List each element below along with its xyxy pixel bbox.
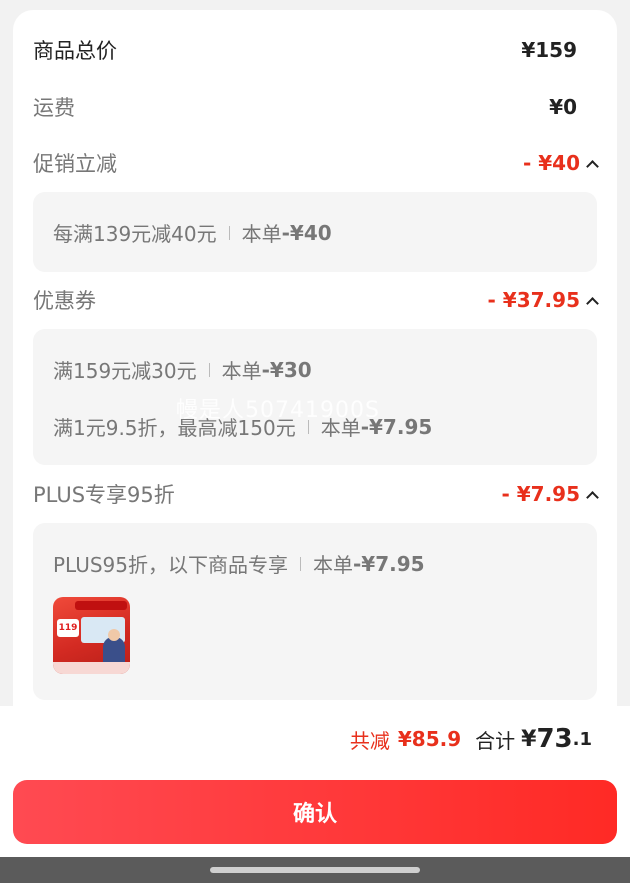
chevron-up-icon[interactable] bbox=[586, 490, 599, 504]
coupon-item-amount-1: -¥30 bbox=[261, 357, 312, 382]
divider bbox=[300, 556, 301, 571]
plus-detail-box: PLUS95折，以下商品专享 本单 -¥7.95 119 bbox=[33, 523, 597, 700]
coupon-detail-line: 满159元减30元 本单 -¥30 bbox=[53, 355, 312, 384]
divider bbox=[208, 362, 210, 377]
saved-value: ¥85.9 bbox=[397, 727, 462, 751]
shipping-value: ¥0 bbox=[549, 95, 577, 119]
coupon-value[interactable]: - ¥37.95 bbox=[487, 288, 599, 312]
product-banner bbox=[75, 601, 127, 610]
coupon-label: 优惠券 bbox=[33, 289, 96, 313]
home-indicator[interactable] bbox=[210, 867, 420, 873]
promo-row[interactable]: 促销立减 - ¥40 bbox=[33, 143, 599, 183]
footer: 确认 bbox=[0, 772, 630, 857]
divider bbox=[228, 225, 230, 240]
watermark: 幔是人50741900S bbox=[176, 398, 380, 423]
chevron-up-icon[interactable] bbox=[586, 296, 599, 310]
confirm-button[interactable]: 确认 bbox=[13, 780, 617, 844]
product-thumbnail[interactable]: 119 bbox=[53, 597, 130, 674]
total-label: 合计 bbox=[475, 728, 516, 753]
total-price-value: ¥159 bbox=[521, 38, 577, 62]
product-price-badge: 119 bbox=[57, 619, 79, 637]
shipping-row: 运费 ¥0 bbox=[33, 87, 597, 127]
coupon-row[interactable]: 优惠券 - ¥37.95 bbox=[33, 280, 599, 320]
chevron-up-icon[interactable] bbox=[586, 159, 599, 173]
product-footer-strip bbox=[53, 662, 130, 674]
summary-bar: 共减 ¥85.9 合计 ¥ 73 .1 bbox=[0, 706, 630, 772]
plus-detail-line: PLUS95折，以下商品专享 本单 -¥7.95 bbox=[53, 549, 425, 578]
shipping-label: 运费 bbox=[33, 96, 75, 120]
promo-value[interactable]: - ¥40 bbox=[522, 151, 599, 175]
plus-value[interactable]: - ¥7.95 bbox=[501, 482, 599, 506]
system-nav-bar bbox=[0, 857, 630, 883]
promo-label: 促销立减 bbox=[33, 152, 117, 176]
promo-item-amount: -¥40 bbox=[281, 220, 332, 245]
total-price-label: 商品总价 bbox=[33, 39, 117, 63]
price-detail-card: 商品总价 ¥159 运费 ¥0 促销立减 - ¥40 每满139元减40元 本单… bbox=[13, 10, 617, 730]
saved-label: 共减 bbox=[349, 728, 390, 753]
coupon-desc-1: 满159元减30元 bbox=[53, 359, 197, 383]
plus-prefix: 本单 bbox=[313, 553, 353, 577]
plus-desc: PLUS95折，以下商品专享 bbox=[53, 553, 288, 577]
plus-row[interactable]: PLUS专享95折 - ¥7.95 bbox=[33, 474, 599, 514]
promo-detail-line: 每满139元减40元 本单 -¥40 bbox=[53, 218, 332, 247]
plus-label: PLUS专享95折 bbox=[33, 483, 175, 507]
plus-item-amount: -¥7.95 bbox=[353, 551, 425, 576]
promo-detail-box: 每满139元减40元 本单 -¥40 bbox=[33, 192, 597, 272]
total-price-row: 商品总价 ¥159 bbox=[33, 30, 597, 70]
promo-prefix: 本单 bbox=[241, 222, 282, 246]
coupon-amount: - ¥37.95 bbox=[487, 288, 580, 312]
plus-amount: - ¥7.95 bbox=[501, 482, 580, 506]
total-integer: 73 bbox=[536, 724, 573, 754]
promo-amount: - ¥40 bbox=[522, 151, 580, 175]
total-decimal: .1 bbox=[572, 728, 592, 750]
coupon-prefix-1: 本单 bbox=[221, 359, 262, 383]
total-currency: ¥ bbox=[521, 726, 537, 752]
promo-desc: 每满139元减40元 bbox=[53, 222, 217, 246]
product-person-head bbox=[108, 629, 120, 641]
